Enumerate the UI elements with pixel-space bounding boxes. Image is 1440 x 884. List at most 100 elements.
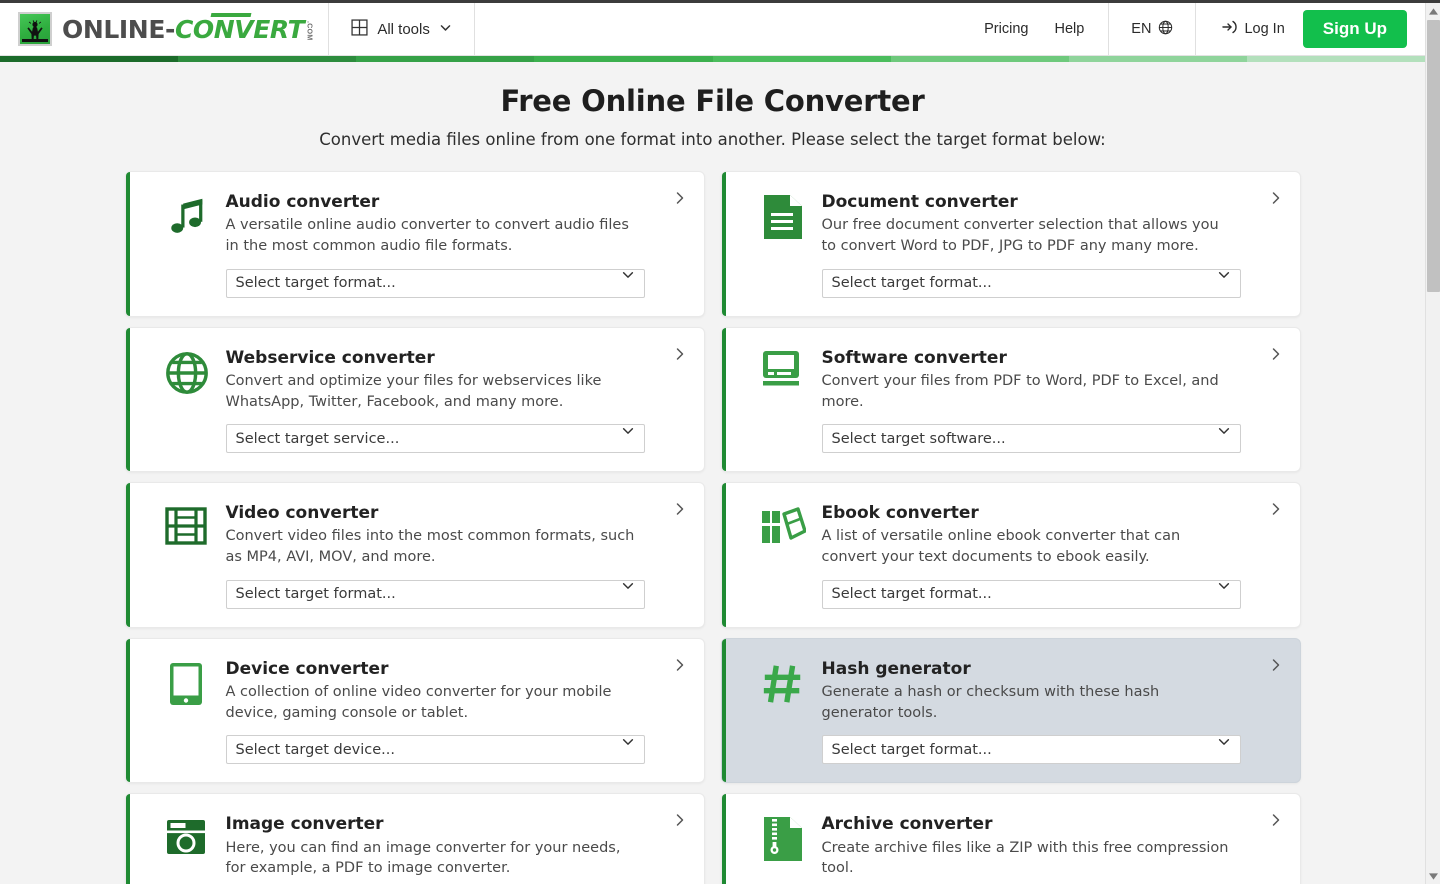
document-icon bbox=[763, 195, 802, 239]
books-icon-wrapper bbox=[744, 503, 822, 609]
card-image-converter[interactable]: Image converter Here, you can find an ima… bbox=[124, 793, 705, 884]
target-select-wrapper: Select target service... bbox=[225, 412, 645, 454]
zip-file-icon-wrapper bbox=[744, 814, 822, 884]
target-select-wrapper: Select target format... bbox=[225, 568, 645, 609]
header-spacer bbox=[475, 3, 960, 55]
chevron-right-icon[interactable] bbox=[673, 812, 686, 832]
target-format-select[interactable]: Select target format... bbox=[821, 579, 1241, 609]
card-description: Convert your files from PDF to Word, PDF… bbox=[821, 372, 1219, 410]
logo-wordmark: ONLINE- CONVERT .COM bbox=[62, 12, 313, 44]
card-body: Archive converter Create archive files li… bbox=[822, 814, 1278, 884]
film-strip-icon bbox=[164, 507, 207, 545]
chevron-right-icon[interactable] bbox=[1269, 657, 1282, 677]
card-video-converter[interactable]: Video converter Convert video files into … bbox=[124, 482, 705, 628]
all-tools-label: All tools bbox=[377, 20, 430, 38]
target-format-select[interactable]: Select target service... bbox=[225, 424, 645, 454]
card-title: Archive converter bbox=[821, 814, 993, 835]
login-label: Log In bbox=[1244, 21, 1285, 37]
gradient-segment-5 bbox=[712, 56, 891, 62]
card-document-converter[interactable]: Document converter Our free document conv… bbox=[720, 171, 1301, 317]
gradient-segment-2 bbox=[178, 56, 357, 62]
gradient-segment-1 bbox=[0, 56, 179, 62]
target-format-select[interactable]: Select target format... bbox=[821, 735, 1241, 765]
chevron-right-icon[interactable] bbox=[1269, 346, 1282, 366]
card-audio-converter[interactable]: Audio converter A versatile online audio … bbox=[124, 171, 705, 317]
page-subtitle: Convert media files online from one form… bbox=[319, 130, 1106, 149]
page-scrollbar[interactable] bbox=[1425, 3, 1440, 884]
target-format-select[interactable]: Select target software... bbox=[821, 424, 1241, 454]
converter-card-grid: Audio converter A versatile online audio … bbox=[124, 171, 1301, 884]
chevron-right-icon[interactable] bbox=[673, 657, 686, 677]
card-ebook-converter[interactable]: Ebook converter A list of versatile onlin… bbox=[720, 482, 1301, 628]
target-format-select[interactable]: Select target format... bbox=[821, 268, 1241, 298]
camera-icon-wrapper bbox=[148, 814, 226, 884]
card-description: Here, you can find an image converter fo… bbox=[225, 839, 621, 877]
chevron-right-icon[interactable] bbox=[1269, 190, 1282, 210]
monitor-icon bbox=[762, 350, 799, 386]
card-description: A collection of online video converter f… bbox=[225, 684, 612, 721]
card-software-converter[interactable]: Software converter Convert your files fro… bbox=[720, 326, 1301, 473]
target-format-select[interactable]: Select target format... bbox=[225, 268, 645, 298]
target-select-wrapper: Select target format... bbox=[226, 879, 645, 884]
scroll-up-arrow-icon[interactable] bbox=[1426, 3, 1440, 19]
chevron-right-icon[interactable] bbox=[1269, 501, 1282, 521]
target-select-wrapper: Select target device... bbox=[225, 723, 645, 765]
card-device-converter[interactable]: Device converter A collection of online v… bbox=[124, 637, 705, 784]
card-title: Video converter bbox=[225, 503, 379, 524]
card-body: Video converter Convert video files into … bbox=[225, 503, 682, 609]
globe-icon bbox=[165, 351, 208, 394]
chevron-right-icon[interactable] bbox=[673, 190, 686, 210]
chevron-right-icon[interactable] bbox=[1269, 812, 1282, 832]
target-format-select[interactable]: Select target format... bbox=[225, 579, 645, 609]
card-description: Generate a hash or checksum with these h… bbox=[821, 684, 1160, 721]
globe-icon bbox=[1158, 20, 1173, 39]
card-hash-generator[interactable]: Hash generator Generate a hash or checksu… bbox=[720, 637, 1301, 784]
card-body: Audio converter A versatile online audio … bbox=[225, 192, 682, 298]
tablet-icon-wrapper bbox=[148, 659, 226, 765]
scrollbar-thumb[interactable] bbox=[1427, 20, 1440, 292]
chevron-right-icon[interactable] bbox=[673, 501, 686, 521]
zip-file-icon bbox=[763, 817, 802, 862]
language-label: EN bbox=[1131, 21, 1152, 37]
gradient-segment-8 bbox=[1246, 56, 1425, 62]
progress-gradient-strip bbox=[0, 56, 1425, 62]
target-select-wrapper: Select target format... bbox=[821, 257, 1241, 298]
help-link[interactable]: Help bbox=[1054, 21, 1084, 37]
site-header: ONLINE- CONVERT .COM All tools Pricing Hel… bbox=[0, 3, 1425, 56]
hash-icon-wrapper bbox=[744, 659, 822, 765]
card-title: Device converter bbox=[225, 658, 389, 679]
card-archive-converter[interactable]: Archive converter Create archive files li… bbox=[720, 793, 1301, 884]
target-select-wrapper: Select target format... bbox=[821, 723, 1241, 765]
camera-icon bbox=[166, 820, 205, 855]
card-title: Webservice converter bbox=[225, 347, 435, 368]
pricing-link[interactable]: Pricing bbox=[984, 21, 1028, 37]
language-selector[interactable]: EN bbox=[1109, 3, 1197, 55]
page-title: Free Online File Converter bbox=[500, 84, 925, 118]
monitor-icon-wrapper bbox=[744, 348, 822, 454]
login-arrow-icon bbox=[1222, 19, 1238, 39]
login-button[interactable]: Log In bbox=[1222, 19, 1285, 39]
card-body: Software converter Convert your files fro… bbox=[821, 348, 1278, 454]
music-note-icon bbox=[170, 198, 202, 233]
target-format-select[interactable]: Select target device... bbox=[225, 735, 645, 765]
books-icon bbox=[761, 507, 806, 544]
logo-mark-icon bbox=[18, 12, 52, 46]
chevron-right-icon[interactable] bbox=[673, 346, 686, 366]
hash-icon bbox=[763, 665, 800, 703]
card-title: Ebook converter bbox=[821, 503, 979, 524]
all-tools-menu[interactable]: All tools bbox=[329, 3, 475, 55]
logo-word-convert: CONVERT bbox=[174, 12, 305, 44]
signup-button[interactable]: Sign Up bbox=[1302, 10, 1407, 48]
target-select-wrapper: Select target software... bbox=[821, 412, 1241, 454]
card-webservice-converter[interactable]: Webservice converter Convert and optimize… bbox=[124, 326, 705, 473]
card-title: Image converter bbox=[225, 814, 384, 835]
grid-icon bbox=[351, 18, 368, 40]
music-note-icon-wrapper bbox=[148, 192, 226, 298]
card-body: Hash generator Generate a hash or checksu… bbox=[821, 659, 1278, 765]
site-logo[interactable]: ONLINE- CONVERT .COM bbox=[0, 3, 330, 55]
card-description: Create archive files like a ZIP with thi… bbox=[821, 839, 1229, 877]
tablet-icon bbox=[169, 662, 202, 705]
logo-word-com: .COM bbox=[305, 21, 313, 41]
scroll-down-arrow-icon[interactable] bbox=[1426, 868, 1440, 884]
card-description: Convert video files into the most common… bbox=[225, 528, 635, 566]
